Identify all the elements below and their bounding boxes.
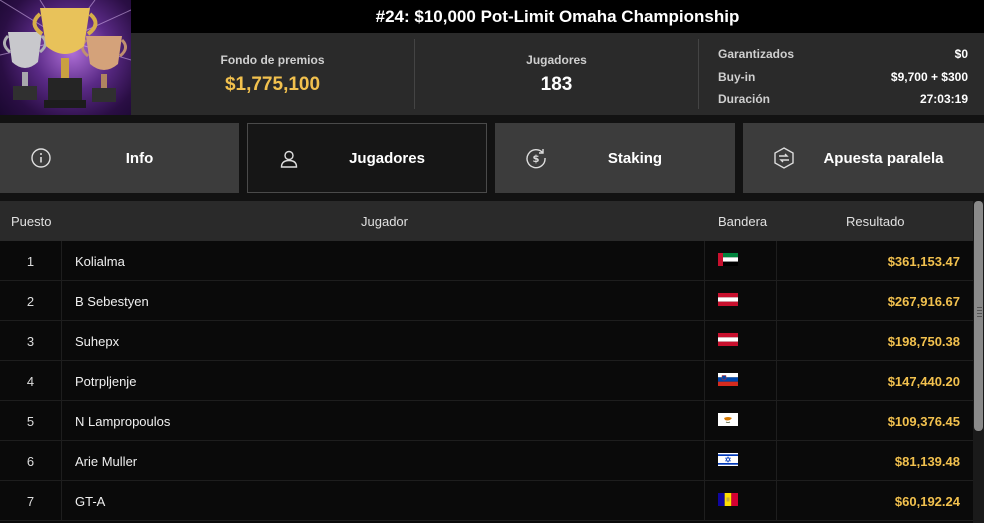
scrollbar-grip xyxy=(977,316,982,317)
players-label: Jugadores xyxy=(526,53,587,67)
detail-label: Garantizados xyxy=(718,47,795,62)
prize-pool-stat: Fondo de premios $1,775,100 xyxy=(131,33,414,115)
rank-cell: 5 xyxy=(0,401,62,441)
trophy-image xyxy=(0,0,131,115)
result-cell: $198,750.38 xyxy=(887,333,960,349)
tournament-header: #24: $10,000 Pot-Limit Omaha Championshi… xyxy=(0,0,984,115)
tab-info[interactable]: Info xyxy=(0,123,239,193)
result-cell: $81,139.48 xyxy=(894,453,960,469)
column-header-flag[interactable]: Bandera xyxy=(718,214,767,229)
result-cell: $267,916.67 xyxy=(887,293,960,309)
detail-value: 27:03:19 xyxy=(919,92,968,107)
player-name: Kolialma xyxy=(62,241,705,281)
players-stat: Jugadores 183 xyxy=(415,33,698,115)
info-icon xyxy=(31,148,51,168)
player-name: Arie Muller xyxy=(62,441,705,481)
flag-cell xyxy=(705,481,777,521)
player-name: Suhepx xyxy=(62,321,705,361)
table-row[interactable]: 3 Suhepx $198,750.38 xyxy=(0,321,973,361)
table-row[interactable]: 6 Arie Muller $81,139.48 xyxy=(0,441,973,481)
column-header-player[interactable]: Jugador xyxy=(361,214,408,229)
rank-cell: 4 xyxy=(0,361,62,401)
detail-value: $0 xyxy=(954,47,968,62)
rank-cell: 6 xyxy=(0,441,62,481)
tab-bar: Info Jugadores $ Staking Apuesta paralel… xyxy=(0,123,984,193)
cyprus-flag xyxy=(718,413,738,426)
side-bet-icon xyxy=(774,147,794,169)
svg-text:$: $ xyxy=(533,154,540,165)
divider xyxy=(698,39,699,109)
tournament-title: #24: $10,000 Pot-Limit Omaha Championshi… xyxy=(131,0,984,33)
flag-cell xyxy=(705,321,777,361)
dollar-coin-icon: $ xyxy=(526,149,546,169)
flag-cell xyxy=(705,401,777,441)
table-row[interactable]: 2 B Sebestyen $267,916.67 xyxy=(0,281,973,321)
detail-label: Duración xyxy=(718,92,771,107)
tab-side-bet[interactable]: Apuesta paralela xyxy=(743,123,984,193)
flag-cell xyxy=(705,281,777,321)
player-name: Potrpljenje xyxy=(62,361,705,401)
column-header-result[interactable]: Resultado xyxy=(846,214,905,229)
slovenia-flag xyxy=(718,373,738,386)
table-scrollbar[interactable] xyxy=(973,201,984,523)
rank-cell: 2 xyxy=(0,281,62,321)
result-cell: $109,376.45 xyxy=(887,413,960,429)
table-header: Puesto Jugador Bandera Resultado xyxy=(0,201,973,241)
result-cell: $361,153.47 xyxy=(887,253,960,269)
prize-pool-label: Fondo de premios xyxy=(220,53,325,67)
result-cell: $147,440.20 xyxy=(887,373,960,389)
prize-pool-value: $1,775,100 xyxy=(224,74,321,95)
detail-row-duration: Duración 27:03:19 xyxy=(718,88,968,111)
tab-staking[interactable]: $ Staking xyxy=(495,123,735,193)
table-row[interactable]: 7 GT-A $60,192.24 xyxy=(0,481,973,521)
detail-row-buyin: Buy-in $9,700 + $300 xyxy=(718,66,968,89)
table-row[interactable]: 5 N Lampropoulos $109,376.45 xyxy=(0,401,973,441)
detail-value: $9,700 + $300 xyxy=(890,69,968,84)
column-header-rank[interactable]: Puesto xyxy=(11,214,51,229)
rank-cell: 3 xyxy=(0,321,62,361)
table-row[interactable]: 1 Kolialma $361,153.47 xyxy=(0,241,973,281)
uae-flag xyxy=(718,253,738,266)
detail-row-guaranteed: Garantizados $0 xyxy=(718,43,968,66)
detail-label: Buy-in xyxy=(718,69,756,84)
table-row[interactable]: 4 Potrpljenje $147,440.20 xyxy=(0,361,973,401)
flag-cell xyxy=(705,241,777,281)
user-icon xyxy=(280,150,298,168)
rank-cell: 7 xyxy=(0,481,62,521)
players-value: 183 xyxy=(540,74,573,95)
player-name: GT-A xyxy=(62,481,705,521)
scrollbar-grip xyxy=(977,307,982,308)
players-table: Puesto Jugador Bandera Resultado 1 Kolia… xyxy=(0,201,973,523)
result-cell: $60,192.24 xyxy=(894,493,960,509)
israel-flag xyxy=(718,453,738,466)
rank-cell: 1 xyxy=(0,241,62,281)
stats-panel: Fondo de premios $1,775,100 Jugadores 18… xyxy=(131,33,984,115)
player-name: B Sebestyen xyxy=(62,281,705,321)
flag-cell xyxy=(705,361,777,401)
austria-flag xyxy=(718,333,738,346)
scrollbar-grip xyxy=(977,313,982,314)
andorra-flag xyxy=(718,493,738,506)
austria-flag xyxy=(718,293,738,306)
player-name: N Lampropoulos xyxy=(62,401,705,441)
tab-players[interactable]: Jugadores xyxy=(247,123,487,193)
tournament-details: Garantizados $0 Buy-in $9,700 + $300 Dur… xyxy=(718,33,968,115)
flag-cell xyxy=(705,441,777,481)
scrollbar-grip xyxy=(977,310,982,311)
scrollbar-thumb[interactable] xyxy=(974,201,983,431)
